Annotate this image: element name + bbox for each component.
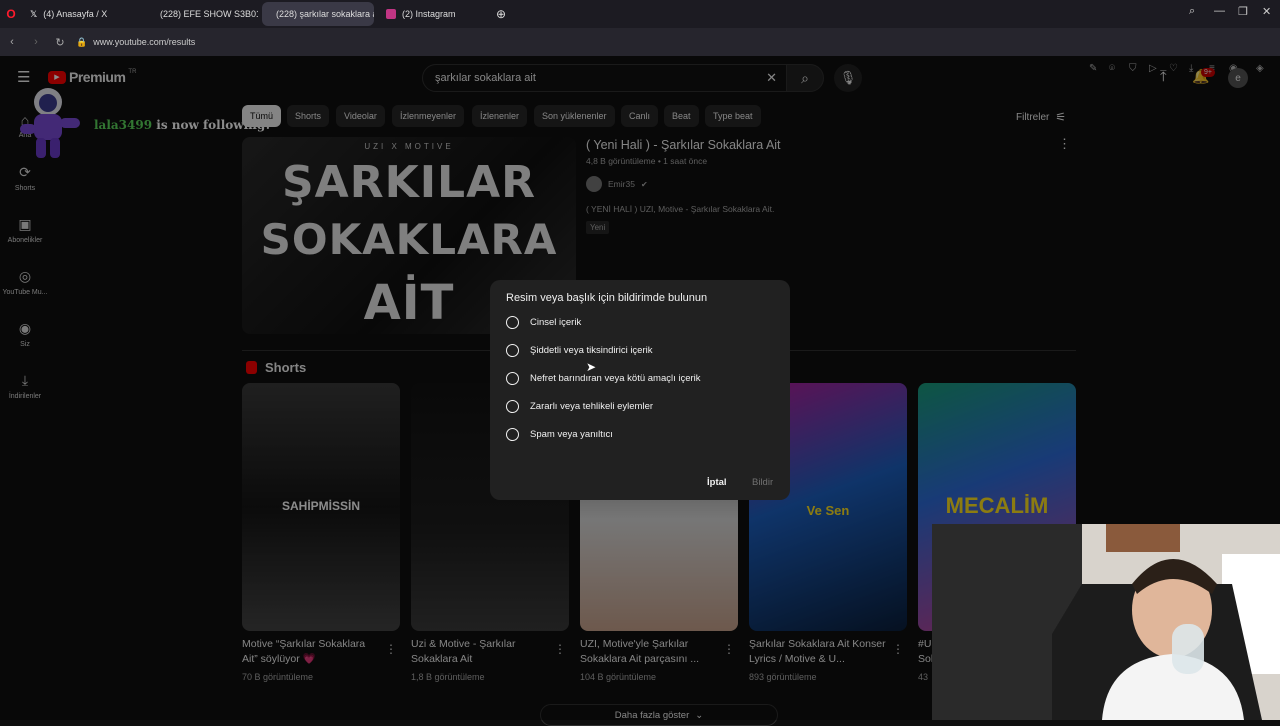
tab-label: (4) Anasayfa / X <box>43 9 108 19</box>
report-option[interactable]: Nefret barındıran veya kötü amaçlı içeri… <box>506 372 701 385</box>
browser-tab-bar: O 𝕏 (4) Anasayfa / X (228) EFE SHOW S3B0… <box>0 0 1280 28</box>
forward-icon[interactable]: › <box>24 36 48 48</box>
tab-twitter[interactable]: 𝕏 (4) Anasayfa / X <box>22 2 140 26</box>
radio-button[interactable] <box>506 344 519 357</box>
back-icon[interactable]: ‹ <box>0 36 24 48</box>
option-label: Nefret barındıran veya kötü amaçlı içeri… <box>530 373 701 384</box>
opera-logo-icon[interactable]: O <box>0 7 22 21</box>
report-submit-button[interactable]: Bildir <box>752 477 773 488</box>
restore-icon[interactable]: ❐ <box>1238 5 1248 18</box>
mouse-cursor-icon: ➤ <box>586 360 597 374</box>
report-option[interactable]: Cinsel içerik <box>506 316 581 329</box>
report-option[interactable]: Şiddetli veya tiksindirici içerik <box>506 344 652 357</box>
tab-label: (228) EFE SHOW S3B01 | ... <box>160 9 258 19</box>
tab-efe-show[interactable]: (228) EFE SHOW S3B01 | ... <box>146 2 258 26</box>
report-dialog: Resim veya başlık için bildirimde bulunu… <box>490 280 790 500</box>
minimize-icon[interactable]: — <box>1214 5 1225 17</box>
report-option[interactable]: Spam veya yanıltıcı <box>506 428 613 441</box>
report-option[interactable]: Zararlı veya tehlikeli eylemler <box>506 400 653 413</box>
option-label: Spam veya yanıltıcı <box>530 429 613 440</box>
dialog-title: Resim veya başlık için bildirimde bulunu… <box>506 292 708 304</box>
address-bar: ‹ › ↻ 🔒 www.youtube.com/results ✎ ⌾ ⛉ ▷ … <box>0 28 1280 74</box>
tab-instagram[interactable]: (2) Instagram <box>378 2 490 26</box>
tab-youtube-search[interactable]: (228) şarkılar sokaklara ait <box>262 2 374 26</box>
new-tab-icon[interactable]: ⊕ <box>496 7 506 21</box>
url-field[interactable]: www.youtube.com/results <box>93 37 195 47</box>
option-label: Cinsel içerik <box>530 317 582 328</box>
option-label: Zararlı veya tehlikeli eylemler <box>530 401 654 412</box>
tab-label: (2) Instagram <box>402 9 456 19</box>
reload-icon[interactable]: ↻ <box>48 36 72 49</box>
cancel-button[interactable]: İptal <box>707 477 727 488</box>
tab-label: (228) şarkılar sokaklara ait <box>276 9 374 19</box>
lock-icon: 🔒 <box>76 36 88 47</box>
option-label: Şiddetli veya tiksindirici içerik <box>530 345 653 356</box>
radio-button[interactable] <box>506 428 519 441</box>
streamer-webcam <box>932 524 1280 720</box>
instagram-favicon-icon <box>386 9 396 19</box>
radio-button[interactable] <box>506 316 519 329</box>
search-tabs-icon[interactable]: ⌕ <box>1189 5 1195 18</box>
radio-button[interactable] <box>506 372 519 385</box>
close-window-icon[interactable]: ✕ <box>1262 5 1271 18</box>
radio-button[interactable] <box>506 400 519 413</box>
x-logo-icon: 𝕏 <box>30 9 38 19</box>
